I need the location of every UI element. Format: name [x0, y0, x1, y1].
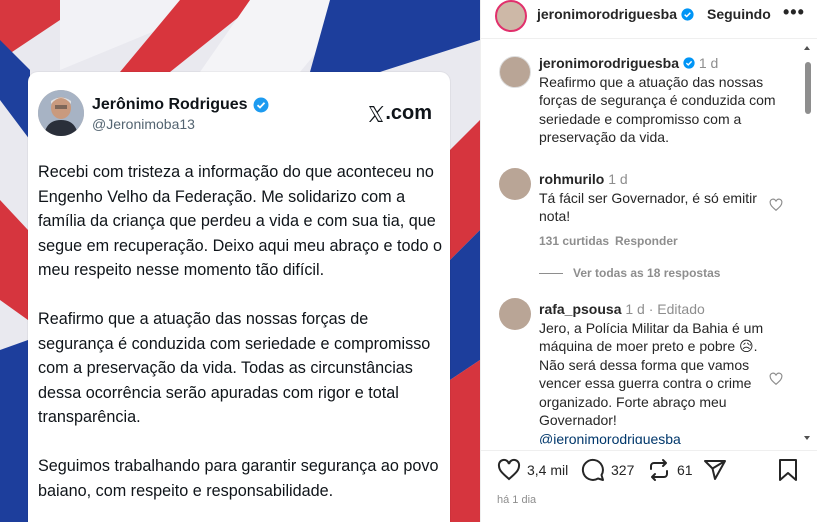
repost-icon[interactable]: [647, 458, 671, 482]
comment-text: Jero, a Polícia Militar da Bahia é um má…: [539, 319, 764, 430]
caption-username[interactable]: jeronimorodriguesba: [539, 55, 679, 71]
post-actions: 3,4 mil 327 61: [481, 458, 817, 488]
comments-count[interactable]: 327: [611, 462, 634, 478]
comment-username[interactable]: rafa_psousa: [539, 301, 621, 317]
author-avatar[interactable]: [495, 0, 527, 32]
tweet-author-handle: @Jeronimoba13: [92, 116, 195, 132]
following-button[interactable]: Seguindo: [707, 6, 771, 22]
comment-avatar[interactable]: [499, 168, 531, 200]
save-action[interactable]: [777, 458, 799, 482]
caption-time: 1 d: [698, 55, 719, 71]
post-date: há 1 dia: [497, 494, 537, 506]
replies-divider: [539, 273, 563, 275]
comment-action[interactable]: 327: [581, 458, 634, 482]
verified-badge-icon: [683, 57, 695, 69]
tweet-author-name-text: Jerônimo Rodrigues: [92, 96, 248, 113]
reply-button[interactable]: Responder: [615, 234, 678, 248]
verified-badge-icon: [681, 7, 694, 21]
profile-avatar: [38, 90, 84, 136]
view-replies-button[interactable]: Ver todas as 18 respostas: [539, 266, 720, 280]
reposts-count[interactable]: 61: [677, 462, 693, 478]
caption: jeronimorodriguesba 1 d Reafirmo que a a…: [539, 54, 789, 147]
comment-icon[interactable]: [581, 458, 605, 482]
comment-time: 1 d: [608, 171, 628, 187]
view-replies-label[interactable]: Ver todas as 18 respostas: [573, 266, 720, 280]
portrait-icon: [38, 90, 84, 136]
comment: rohmurilo 1 d Tá fácil ser Governador, é…: [539, 170, 759, 226]
tweet-paragraph: Seguimos trabalhando para garantir segur…: [38, 457, 439, 500]
heart-icon[interactable]: [497, 458, 521, 482]
author-username-text[interactable]: jeronimorodriguesba: [537, 6, 677, 22]
tweet-body: Recebi com tristeza a informação do que …: [38, 160, 443, 522]
comment-avatar[interactable]: [499, 298, 531, 330]
likes-count[interactable]: 3,4 mil: [527, 462, 568, 478]
comment-time: 1 d · Editado: [625, 301, 705, 317]
tweet-paragraph: Reafirmo que a atuação das nossas forças…: [38, 310, 431, 426]
repost-action[interactable]: 61: [647, 458, 693, 482]
like-comment-heart-icon[interactable]: [769, 372, 783, 386]
bookmark-icon[interactable]: [777, 458, 799, 482]
header-divider: [481, 38, 817, 39]
comment-text-part: Jero, a Polícia Militar da Bahia é um má…: [539, 319, 764, 355]
caption-text: Reafirmo que a atuação das nossas forças…: [539, 73, 776, 146]
like-action[interactable]: 3,4 mil: [497, 458, 568, 482]
more-options-button[interactable]: •••: [783, 2, 805, 23]
sad-face-emoji: 😥: [739, 338, 754, 354]
comment-mention-link[interactable]: @jeronimorodriguesba: [539, 430, 764, 445]
comment: rafa_psousa 1 d · Editado Jero, a Políci…: [539, 300, 764, 444]
post-header: jeronimorodriguesba Seguindo •••: [481, 0, 817, 32]
x-brand-logo: .com: [367, 102, 432, 125]
tweet-card: Jerônimo Rodrigues @Jeronimoba13 .com Re…: [28, 72, 450, 522]
comment-username[interactable]: rohmurilo: [539, 171, 604, 187]
author-username[interactable]: jeronimorodriguesba: [537, 6, 694, 22]
x-brand-domain: .com: [385, 102, 432, 124]
post-image: Jerônimo Rodrigues @Jeronimoba13 .com Re…: [0, 0, 480, 522]
like-comment-heart-icon[interactable]: [769, 198, 783, 212]
comments-list[interactable]: jeronimorodriguesba 1 d Reafirmo que a a…: [481, 44, 817, 444]
share-action[interactable]: [703, 458, 727, 482]
tweet-paragraph: Recebi com tristeza a informação do que …: [38, 163, 443, 279]
tweet-author-name: Jerônimo Rodrigues: [92, 96, 269, 114]
share-icon[interactable]: [703, 458, 727, 482]
x-logo-icon: [369, 105, 384, 122]
comment-text: Tá fácil ser Governador, é só emitir not…: [539, 189, 757, 225]
comment-likes-count[interactable]: 131 curtidas: [539, 234, 609, 248]
post-sidebar: jeronimorodriguesba Seguindo ••• jeronim…: [480, 0, 817, 522]
caption-avatar[interactable]: [499, 56, 531, 88]
footer-divider: [481, 450, 817, 451]
verified-badge-icon: [253, 97, 269, 113]
scrollbar-thumb[interactable]: [805, 62, 811, 114]
